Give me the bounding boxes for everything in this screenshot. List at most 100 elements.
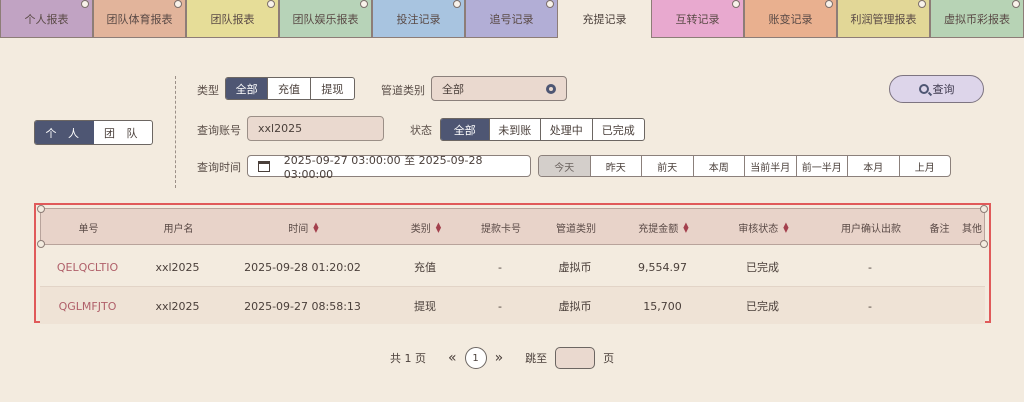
tab-team-report[interactable]: 团队报表 [186,0,279,38]
pagination: 共 1 页 « 1 » 跳至 页 [390,346,614,370]
review-status-cell: 已完成 [746,300,779,313]
personal-team-toggle: 个 人 团 队 [34,120,153,145]
status-option-not-arrived[interactable]: 未到账 [490,119,542,140]
status-option-completed[interactable]: 已完成 [593,119,644,140]
ring-icon [980,205,988,213]
quick-range-previous-half-month[interactable]: 前一半月 [797,156,848,176]
sort-icon[interactable]: ▲ ▼ [436,221,441,233]
channel-cell: 虚拟币 [558,300,592,313]
records-table: 单号 用户名 时间 ▲ ▼ 类别 ▲ ▼ 提款卡号 管道类别 充提金额 ▲ ▼ 审核状态 ▲ ▼… [34,203,991,324]
header-user-confirm: 用户确认出款 [841,224,901,235]
time-label: 查询时间 [197,161,241,174]
tab-bet-records[interactable]: 投注记录 [372,0,465,38]
search-button[interactable]: 查询 [889,75,984,103]
tab-transfer-records[interactable]: 互转记录 [651,0,744,38]
ring-icon [81,0,89,8]
ring-icon [453,0,461,8]
header-time[interactable]: 时间 ▲ ▼ [221,209,386,246]
status-option-processing[interactable]: 处理中 [541,119,593,140]
time-cell: 2025-09-28 01:20:02 [244,260,361,274]
sort-icon[interactable]: ▲ ▼ [313,221,318,233]
type-option-all[interactable]: 全部 [226,78,269,99]
ring-icon [546,0,554,8]
table-row: QELQCLTIO xxl2025 2025-09-28 01:20:02 充值… [40,248,985,286]
tab-team-sports-report[interactable]: 团队体育报表 [93,0,186,38]
order-no-link[interactable]: QELQCLTIO [40,248,135,286]
page-unit-label: 页 [603,352,615,365]
status-label: 状态 [410,124,432,137]
filter-divider [175,76,176,188]
tab-profit-management-report[interactable]: 利润管理报表 [837,0,930,38]
tab-account-change-records[interactable]: 账变记录 [744,0,837,38]
jump-label: 跳至 [525,352,548,365]
total-pages-text: 共 1 页 [390,352,426,365]
search-icon [918,84,929,94]
header-card-no: 提款卡号 [481,224,521,235]
type-option-withdraw[interactable]: 提现 [311,78,354,99]
table-header: 单号 用户名 时间 ▲ ▼ 类别 ▲ ▼ 提款卡号 管道类别 充提金额 ▲ ▼ 审核状态 ▲ ▼… [37,205,988,248]
tab-crypto-lottery-report[interactable]: 虚拟币彩报表 [930,0,1024,38]
account-label: 查询账号 [197,124,241,137]
date-range-picker[interactable]: 2025-09-27 03:00:00 至 2025-09-28 03:00:0… [247,154,531,181]
sort-icon[interactable]: ▲ ▼ [783,221,788,233]
ring-icon [825,0,833,8]
category-cell: 充值 [414,261,436,274]
table-row: QGLMFJTO xxl2025 2025-09-27 08:58:13 提现 … [40,286,985,324]
quick-range-this-week[interactable]: 本周 [694,156,745,176]
team-option[interactable]: 团 队 [94,121,153,144]
type-label: 类型 [197,84,219,97]
dropdown-icon [546,84,556,94]
header-order-no: 单号 [78,224,99,235]
ring-icon [918,0,926,8]
username-cell: xxl2025 [155,260,200,274]
quick-range-last-month[interactable]: 上月 [900,156,951,176]
channel-select[interactable]: 全部 [431,76,567,101]
channel-select-value: 全部 [442,82,464,96]
header-amount[interactable]: 充提金额 ▲ ▼ [616,209,711,246]
username-cell: xxl2025 [155,299,200,313]
review-status-cell: 已完成 [746,261,779,274]
ring-icon [174,0,182,8]
user-confirm-cell: - [868,260,872,274]
ring-icon [37,240,45,248]
current-page-button[interactable]: 1 [464,347,487,369]
jump-page-input[interactable] [555,347,596,369]
tab-personal-report[interactable]: 个人报表 [0,0,93,38]
quick-range-this-month[interactable]: 本月 [848,156,900,176]
header-category[interactable]: 类别 ▲ ▼ [386,209,466,246]
tab-chase-records[interactable]: 追号记录 [465,0,558,38]
next-page-icon[interactable]: » [495,350,504,366]
ring-icon [732,0,740,8]
status-option-all[interactable]: 全部 [441,119,490,140]
quick-range-today[interactable]: 今天 [539,156,591,176]
prev-page-icon[interactable]: « [448,350,457,366]
ring-icon [360,0,368,8]
header-remark: 备注 [929,224,950,235]
personal-option[interactable]: 个 人 [35,121,94,144]
tab-deposit-withdraw-records[interactable]: 充提记录 [558,0,651,38]
sort-icon[interactable]: ▲ ▼ [683,221,688,233]
quick-range-day-before[interactable]: 前天 [642,156,694,176]
quick-range-yesterday[interactable]: 昨天 [591,156,642,176]
header-review-status[interactable]: 审核状态 ▲ ▼ [711,209,816,246]
ring-icon [980,240,988,248]
type-option-deposit[interactable]: 充值 [268,78,311,99]
time-cell: 2025-09-27 08:58:13 [244,299,361,313]
amount-cell: 9,554.97 [638,260,687,274]
tab-team-entertainment-report[interactable]: 团队娱乐报表 [279,0,372,38]
channel-cell: 虚拟币 [558,261,592,274]
date-range-value: 2025-09-27 03:00:00 至 2025-09-28 03:00:0… [283,153,483,181]
ring-icon [267,0,275,8]
account-input[interactable]: xxl2025 [247,116,384,141]
channel-label: 管道类别 [381,84,425,97]
type-segment: 全部 充值 提现 [225,77,355,100]
ring-icon [1012,0,1020,8]
status-segment: 全部 未到账 处理中 已完成 [440,118,645,141]
header-username: 用户名 [163,224,194,235]
quick-range-current-half-month[interactable]: 当前半月 [745,156,797,176]
header-channel: 管道类别 [556,224,596,235]
category-cell: 提现 [414,300,436,313]
report-tabs: 个人报表 团队体育报表 团队报表 团队娱乐报表 投注记录 追号记录 充提记录 互… [0,0,1024,40]
order-no-link[interactable]: QGLMFJTO [40,287,135,325]
ring-icon [37,205,45,213]
